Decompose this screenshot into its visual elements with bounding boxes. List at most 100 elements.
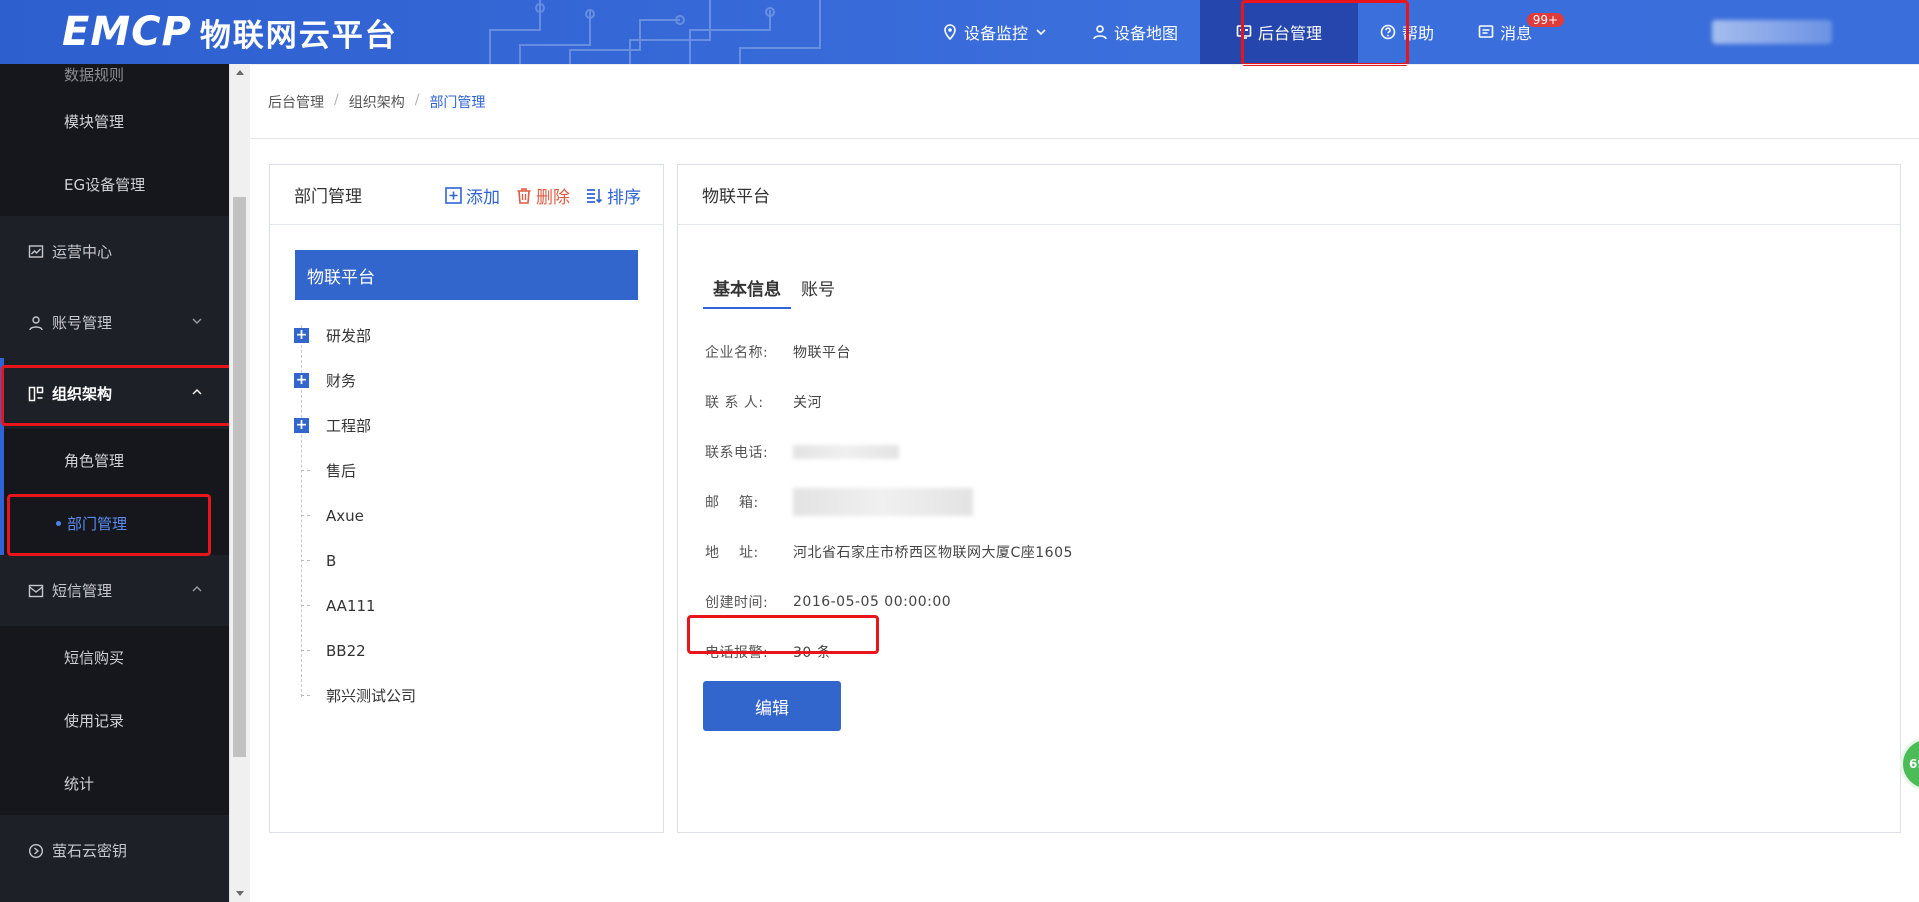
user-icon <box>29 315 43 330</box>
info-row-address: 地 址: 河北省石家庄市桥西区物联网大厦C座1605 <box>705 527 1073 577</box>
panel-title: 物联平台 <box>702 187 770 207</box>
mail-icon <box>28 584 44 597</box>
delete-button[interactable]: 删除 <box>516 183 570 208</box>
message-icon <box>1478 25 1494 38</box>
leaf-connector <box>294 598 310 613</box>
leaf-connector <box>294 688 310 703</box>
breadcrumb-current: 部门管理 <box>429 95 486 111</box>
breadcrumb-item[interactable]: 后台管理 <box>268 92 324 112</box>
panel-header: 物联平台 <box>678 165 1900 225</box>
message-count-badge: 99+ <box>1526 13 1565 27</box>
nav-label: 设备地图 <box>1114 24 1179 43</box>
sidebar-org-submenu: 角色管理 部门管理 <box>0 429 229 555</box>
sort-button[interactable]: 排序 <box>586 183 641 208</box>
logo[interactable]: EMCP 物联网云平台 <box>62 9 398 55</box>
logo-mark: EMCP <box>62 9 192 55</box>
nav-messages[interactable]: 消息 99+ <box>1456 0 1566 64</box>
info-tabs: 基本信息 账号 <box>703 265 845 309</box>
sidebar-item-usage-records[interactable]: 使用记录 <box>0 689 229 752</box>
field-value: 2016-05-05 00:00:00 <box>793 594 952 610</box>
sidebar-scrollbar[interactable] <box>229 64 250 902</box>
leaf-connector <box>294 463 310 478</box>
sort-icon <box>587 188 603 203</box>
nav-device-monitor[interactable]: 设备监控 <box>920 0 1070 64</box>
leaf-connector <box>294 643 310 658</box>
trash-icon <box>517 187 531 204</box>
tree-node[interactable]: + 财务 <box>294 358 614 403</box>
add-button[interactable]: 添加 <box>445 183 500 208</box>
scroll-up-arrow[interactable] <box>236 70 244 75</box>
edit-button[interactable]: 编辑 <box>703 681 841 731</box>
nav-label: 设备监控 <box>964 24 1029 43</box>
sidebar-group-accounts[interactable]: 账号管理 <box>0 287 229 358</box>
sidebar-item-roles[interactable]: 角色管理 <box>4 429 229 492</box>
field-label: 企业名称: <box>705 345 769 361</box>
logo-text: 物联网云平台 <box>199 17 398 54</box>
tree-node[interactable]: AA111 <box>294 583 614 628</box>
floating-helper-ball[interactable]: 69 <box>1900 737 1919 791</box>
tree-node[interactable]: 售后 <box>294 448 614 493</box>
tab-account[interactable]: 账号 <box>791 265 845 309</box>
sidebar-group-organization[interactable]: 组织架构 <box>0 358 229 429</box>
add-square-icon <box>445 186 462 204</box>
sidebar-item-modules[interactable]: 模块管理 <box>0 90 229 153</box>
field-label: 邮 箱: <box>705 495 759 511</box>
field-label: 联系电话: <box>705 445 769 461</box>
chevron-down-icon <box>1036 29 1046 36</box>
nav-label: 后台管理 <box>1258 24 1323 43</box>
chevron-up-icon <box>192 389 202 395</box>
scroll-thumb[interactable] <box>233 197 246 757</box>
top-header: EMCP 物联网云平台 设备监控 设备地图 后台管理 帮助 消息 99+ <box>0 0 1919 64</box>
nav-device-map[interactable]: 设备地图 <box>1070 0 1200 64</box>
sidebar: 数据规则 模块管理 EG设备管理 运营中心 账号管理 组织架构 角色管理 部门管… <box>0 64 229 902</box>
tab-basic-info[interactable]: 基本信息 <box>703 265 791 309</box>
chevron-up-icon <box>192 586 202 592</box>
info-row-contact: 联 系 人: 关河 <box>705 377 1073 427</box>
sidebar-item-eg-devices[interactable]: EG设备管理 <box>0 153 229 216</box>
expand-plus-icon[interactable]: + <box>294 373 309 388</box>
tree-node[interactable]: + 研发部 <box>294 313 614 358</box>
key-icon <box>28 843 44 858</box>
info-row-email: 邮 箱: <box>705 477 1073 527</box>
user-avatar-blurred[interactable] <box>1712 20 1832 44</box>
field-value: 物联平台 <box>793 345 851 361</box>
breadcrumb-separator: / <box>414 92 420 108</box>
sidebar-group-sms[interactable]: 短信管理 <box>0 555 229 626</box>
chart-icon <box>28 244 44 258</box>
org-icon <box>28 386 44 401</box>
field-label: 地 址: <box>705 545 759 561</box>
field-value: 关河 <box>793 395 822 411</box>
scroll-down-arrow[interactable] <box>236 891 244 896</box>
sidebar-item-departments[interactable]: 部门管理 <box>4 492 229 555</box>
nav-label: 帮助 <box>1402 24 1435 43</box>
expand-plus-icon[interactable]: + <box>294 418 309 433</box>
breadcrumb-item[interactable]: 组织架构 <box>349 92 405 112</box>
field-label: 创建时间: <box>705 595 769 611</box>
sidebar-item-data-rules[interactable]: 数据规则 <box>0 64 229 90</box>
email-value-blurred <box>793 488 973 516</box>
info-row-company-name: 企业名称: 物联平台 <box>705 327 1073 377</box>
panel-header: 部门管理 添加 删除 排序 <box>270 165 663 225</box>
tree-node[interactable]: Axue <box>294 493 614 538</box>
nav-help[interactable]: 帮助 <box>1358 0 1456 64</box>
tree-root-node[interactable]: 物联平台 <box>295 250 638 300</box>
leaf-connector <box>294 508 310 523</box>
user-map-icon <box>1093 25 1107 40</box>
nav-admin[interactable]: 后台管理 <box>1200 0 1359 64</box>
field-label: 联 系 人: <box>705 395 764 411</box>
field-value: 30 条 <box>793 645 832 661</box>
panel-title: 部门管理 <box>294 187 362 207</box>
expand-plus-icon[interactable]: + <box>294 328 309 343</box>
tree-node[interactable]: B <box>294 538 614 583</box>
department-tree-panel: 部门管理 添加 删除 排序 物联平台 + 研发部 + 财务 + 工程部 售后 Axue… <box>269 164 664 833</box>
tree-node[interactable]: 郭兴测试公司 <box>294 673 614 718</box>
sidebar-item-sms-purchase[interactable]: 短信购买 <box>0 626 229 689</box>
tree-node[interactable]: + 工程部 <box>294 403 614 448</box>
tree-node[interactable]: BB22 <box>294 628 614 673</box>
sidebar-item-statistics[interactable]: 统计 <box>0 752 229 815</box>
sidebar-group-ezviz-key[interactable]: 萤石云密钥 <box>0 815 229 886</box>
location-pin-icon <box>944 24 956 40</box>
department-info-panel: 物联平台 基本信息 账号 企业名称: 物联平台 联 系 人: 关河 联系电话: 邮 … <box>677 164 1901 833</box>
field-value: 河北省石家庄市桥西区物联网大厦C座1605 <box>793 545 1073 561</box>
sidebar-group-operations[interactable]: 运营中心 <box>0 216 229 287</box>
